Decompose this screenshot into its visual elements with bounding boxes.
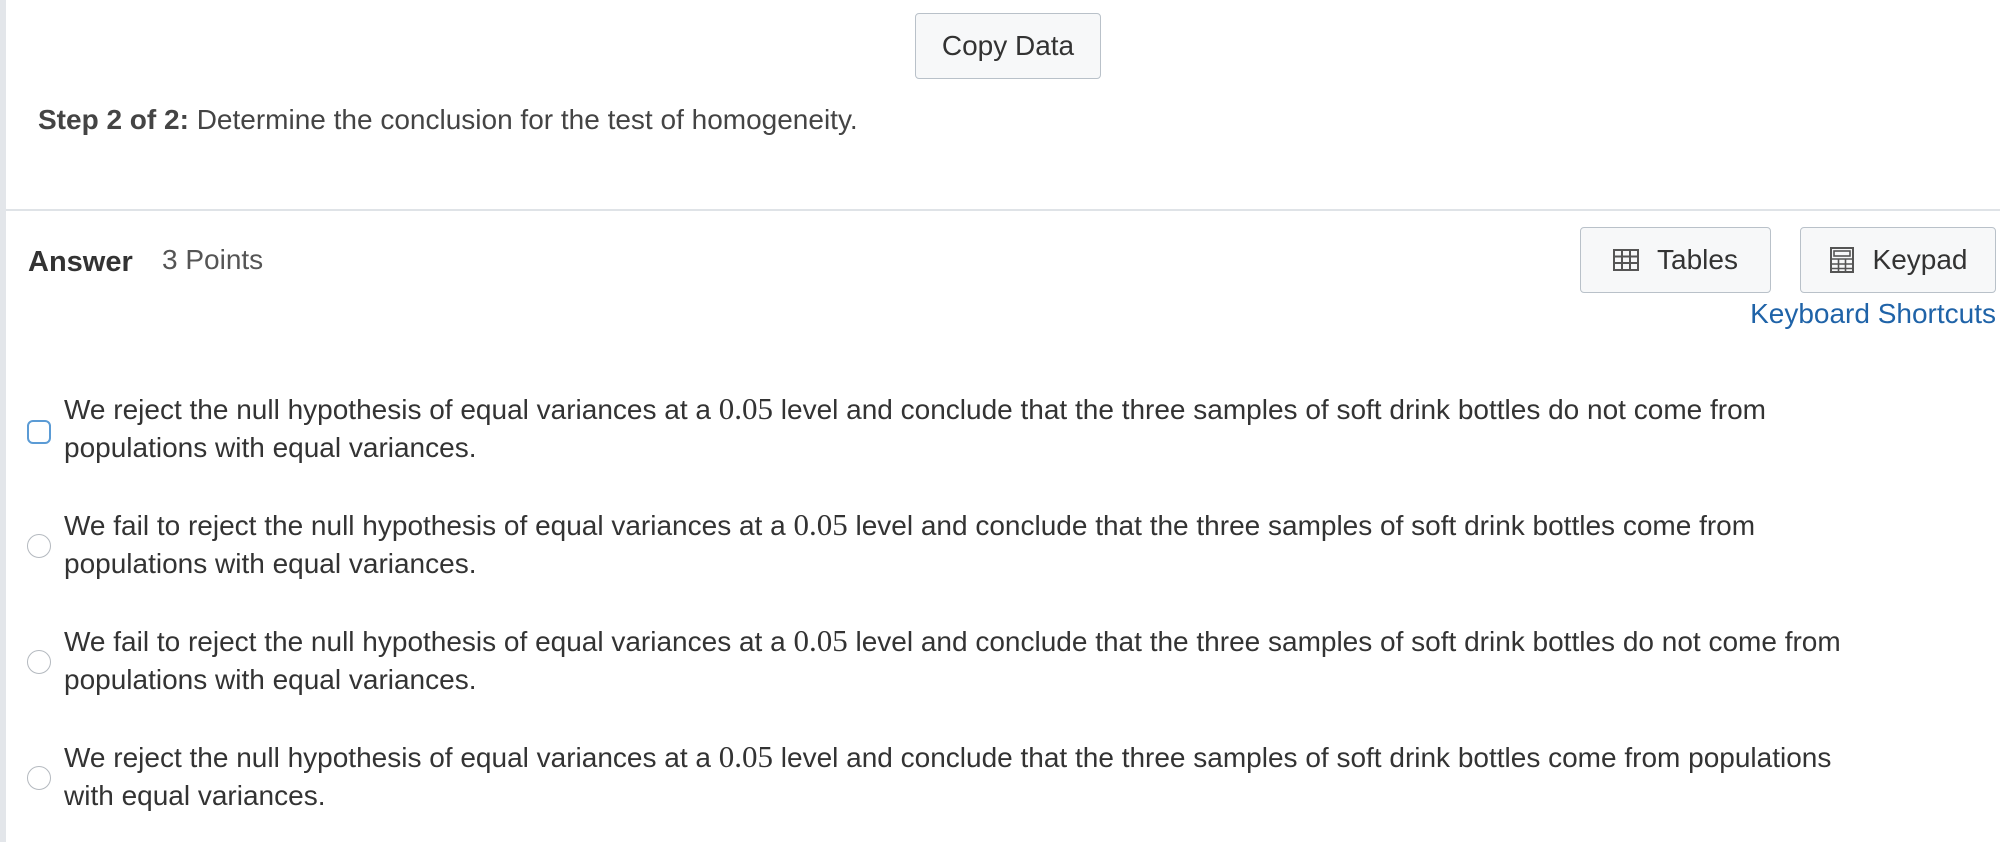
- answer-heading: Answer: [28, 246, 133, 278]
- keypad-button-label: Keypad: [1872, 244, 1968, 275]
- step-text: Determine the conclusion for the test of…: [188, 104, 858, 135]
- option-text-3: We fail to reject the null hypothesis of…: [64, 623, 1841, 695]
- option-radio-4[interactable]: [27, 766, 51, 790]
- option-text-2: We fail to reject the null hypothesis of…: [64, 507, 1756, 579]
- significance-level: 0.05: [793, 507, 848, 542]
- significance-level: 0.05: [793, 623, 848, 658]
- tables-button[interactable]: Tables: [1580, 227, 1771, 293]
- option-radio-1[interactable]: [27, 420, 51, 444]
- table-grid-icon: [1613, 249, 1640, 271]
- keypad-button[interactable]: Keypad: [1800, 227, 1996, 293]
- option-radio-2[interactable]: [27, 534, 51, 558]
- option-radio-3[interactable]: [27, 650, 51, 674]
- option-text-4: We reject the null hypothesis of equal v…: [64, 739, 1832, 811]
- step-label: Step 2 of 2:: [38, 104, 189, 135]
- left-border: [0, 0, 6, 842]
- copy-data-button[interactable]: Copy Data: [915, 13, 1101, 79]
- points-label: 3 Points: [162, 244, 264, 275]
- significance-level: 0.05: [718, 391, 773, 426]
- tables-button-label: Tables: [1657, 244, 1738, 275]
- significance-level: 0.05: [718, 739, 773, 774]
- step-instruction: Step 2 of 2: Determine the conclusion fo…: [38, 100, 858, 140]
- option-text-1: We reject the null hypothesis of equal v…: [64, 391, 1766, 463]
- section-divider: [6, 209, 2000, 211]
- calculator-icon: [1829, 247, 1854, 273]
- keyboard-shortcuts-link[interactable]: Keyboard Shortcuts: [1750, 296, 1996, 332]
